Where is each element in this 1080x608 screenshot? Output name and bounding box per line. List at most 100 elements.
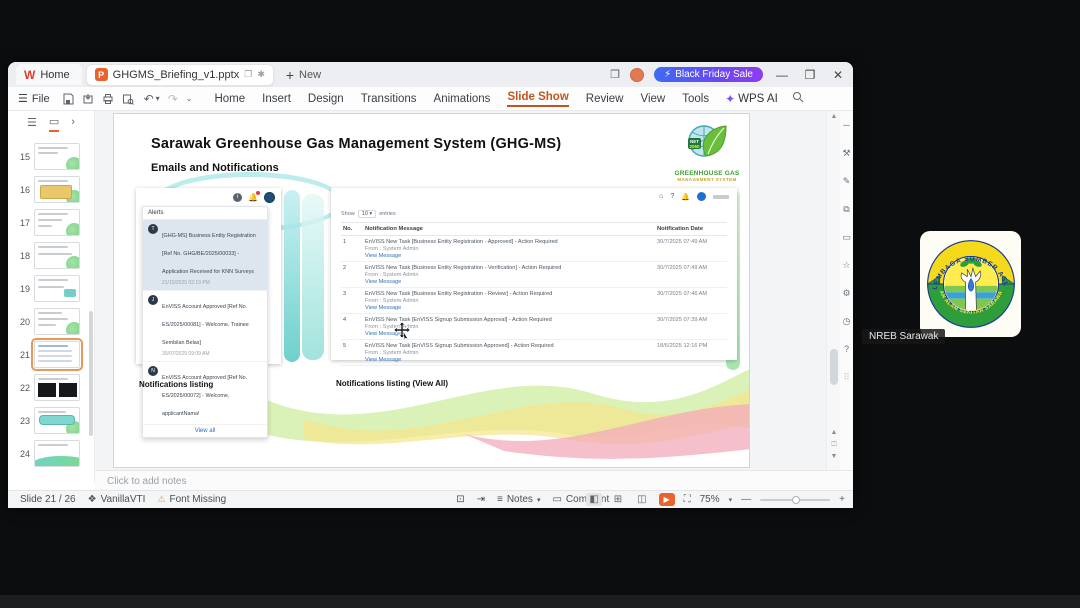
redo-icon[interactable]: ↷ (168, 92, 178, 106)
settings-icon[interactable]: ⚙ (842, 279, 850, 307)
nreb-logo: LEMBAGA SUMBER ASLI DAN ALAM SEKITAR SAR… (920, 231, 1021, 337)
entries-select: 10 ▾ (357, 210, 377, 218)
zoom-slider-handle[interactable] (792, 495, 801, 504)
scrollbar-mid-icon[interactable]: ⏍ (827, 441, 841, 449)
thumbnail-row-19[interactable]: 19 (8, 275, 94, 302)
notifications-table: No. Notification Message Notification Da… (341, 222, 727, 366)
thumbnail-row-24[interactable]: 24 (8, 440, 94, 467)
menu-tools[interactable]: Tools (682, 93, 709, 105)
undo-icon[interactable]: ↶ (144, 92, 154, 106)
collapse-panel-icon[interactable]: › (71, 116, 75, 130)
alert-avatar: T (148, 224, 158, 234)
notes-label: Notes (506, 494, 533, 505)
thumbnail-row-23[interactable]: 23 (8, 407, 94, 434)
slide-21[interactable]: Sarawak Greenhouse Gas Management System… (113, 113, 750, 468)
slide-number: 18 (19, 250, 30, 261)
notes-toggle-button[interactable]: ≡ Notes ▾ (497, 494, 540, 505)
minimize-button[interactable]: — (773, 68, 791, 82)
thumbnail-row-15[interactable]: 15 (8, 143, 94, 170)
notes-bar[interactable]: Click to add notes (95, 470, 853, 490)
scrollbar-thumb[interactable] (830, 349, 838, 385)
thumbnail-scrollbar[interactable] (89, 311, 93, 436)
reading-view-icon[interactable]: ◫ (634, 493, 649, 506)
comment-panel-icon[interactable]: ▭ (842, 223, 851, 251)
search-icon[interactable] (792, 91, 804, 106)
mouse-move-cursor (394, 322, 410, 340)
slide-view-icon[interactable]: ▭ (48, 115, 60, 132)
undo-dropdown-icon[interactable]: ▾ (156, 94, 160, 103)
outline-view-icon[interactable]: ☰ (27, 116, 37, 131)
meeting-screen-share-background: W Home P GHGMS_Briefing_v1.pptx ❐ ✱ + Ne… (0, 0, 1080, 608)
thumbnail-row-17[interactable]: 17 (8, 209, 94, 236)
presentation-file-icon: P (94, 68, 108, 81)
zoom-level[interactable]: 75% (700, 494, 720, 505)
right-tool-rail: ─ ⚒ ✎ ⧉ ▭ ☆ ⚙ ◷ ? ⠿ (840, 111, 853, 470)
scroll-up-icon[interactable]: ▲ (827, 113, 841, 120)
menu-review[interactable]: Review (586, 93, 624, 105)
thumbnail-row-21-selected[interactable]: 21 (8, 338, 94, 371)
restore-button[interactable]: ❐ (801, 68, 819, 82)
tools-icon[interactable]: ⚒ (842, 139, 850, 167)
tab-document[interactable]: P GHGMS_Briefing_v1.pptx ❐ ✱ (85, 63, 274, 86)
wps-ai-button[interactable]: ✦ WPS AI (725, 92, 778, 106)
favorites-icon[interactable]: ☆ (842, 251, 850, 279)
close-button[interactable]: ✕ (829, 68, 847, 82)
next-slide-icon[interactable]: ▼ (827, 453, 841, 460)
export-icon[interactable] (82, 93, 94, 105)
grid-toggle-icon[interactable]: ⊡ (456, 494, 464, 505)
title-tab-bar: W Home P GHGMS_Briefing_v1.pptx ❐ ✱ + Ne… (8, 62, 853, 87)
print-icon[interactable] (102, 93, 114, 105)
tab-list-icon[interactable]: ❐ (610, 68, 620, 81)
copilot-icon[interactable]: ⧉ (843, 195, 849, 223)
font-missing-warning[interactable]: ⚠ Font Missing (157, 494, 226, 505)
alert-text: EnVISS Account Approved [Ref No. ES/2025… (162, 304, 249, 346)
menu-insert[interactable]: Insert (262, 93, 291, 105)
normal-view-icon[interactable]: ◧ (586, 493, 602, 506)
effects-icon[interactable]: ✎ (843, 167, 851, 195)
thumbnail-row-16[interactable]: 16 (8, 176, 94, 203)
menu-design[interactable]: Design (308, 93, 344, 105)
participant-name-label: NREB Sarawak (862, 329, 946, 344)
save-icon[interactable] (62, 93, 74, 105)
apps-grid-icon[interactable]: ⠿ (843, 363, 850, 391)
toolbar-more-icon[interactable]: ⌄ (186, 94, 193, 103)
canvas-scrollbar[interactable]: ▲ ▲ ⏍ ▼ (826, 111, 840, 470)
zoom-out-button[interactable]: — (741, 494, 751, 505)
print-preview-icon[interactable] (122, 93, 134, 105)
menu-home[interactable]: Home (214, 93, 245, 105)
slide-number: 23 (19, 415, 30, 426)
black-friday-sale-button[interactable]: ⚡ Black Friday Sale (654, 67, 763, 82)
collapse-rail-icon[interactable]: ─ (843, 111, 849, 139)
thumbnail-row-20[interactable]: 20 (8, 308, 94, 335)
zoom-caret-icon[interactable]: ▾ (729, 496, 733, 504)
zoom-in-button[interactable]: + (839, 494, 845, 505)
slide-number: 16 (19, 184, 30, 195)
zero-badge-text: 2050 (689, 144, 700, 149)
slideshow-play-button[interactable]: ▶ (658, 493, 675, 506)
fit-slide-icon[interactable]: ⇥ (477, 494, 485, 505)
history-icon[interactable]: ◷ (843, 307, 851, 335)
thumbnail-row-22[interactable]: 22 (8, 374, 94, 401)
thumbnail-row-18[interactable]: 18 (8, 242, 94, 269)
fit-to-window-icon[interactable]: ⛶ (684, 494, 691, 505)
menu-transitions[interactable]: Transitions (361, 93, 417, 105)
promo-label: Black Friday Sale (675, 69, 753, 80)
file-menu-button[interactable]: ☰ File (18, 92, 50, 106)
ghgms-globe-leaf-icon: NET 2050 (688, 125, 727, 157)
menu-animations[interactable]: Animations (434, 93, 491, 105)
participant-video-tile[interactable]: LEMBAGA SUMBER ASLI DAN ALAM SEKITAR SAR… (857, 225, 1077, 347)
menu-view[interactable]: View (641, 93, 666, 105)
menu-slide-show[interactable]: Slide Show (507, 91, 569, 107)
theme-button[interactable]: ❖ VanillaVTI (88, 494, 146, 505)
slide-sorter-icon[interactable]: ⊞ (611, 493, 625, 506)
help-circle-icon[interactable]: ? (844, 335, 849, 363)
account-avatar[interactable] (630, 67, 645, 82)
zoom-slider[interactable] (760, 495, 831, 504)
document-title: GHGMS_Briefing_v1.pptx (112, 68, 240, 81)
tab-home[interactable]: W Home (16, 64, 82, 85)
slide-number: 22 (19, 382, 30, 393)
new-tab-button[interactable]: + New (286, 67, 321, 83)
slide-subtitle: Emails and Notifications (151, 162, 279, 174)
prev-slide-icon[interactable]: ▲ (827, 429, 841, 436)
theme-name: VanillaVTI (100, 494, 146, 505)
